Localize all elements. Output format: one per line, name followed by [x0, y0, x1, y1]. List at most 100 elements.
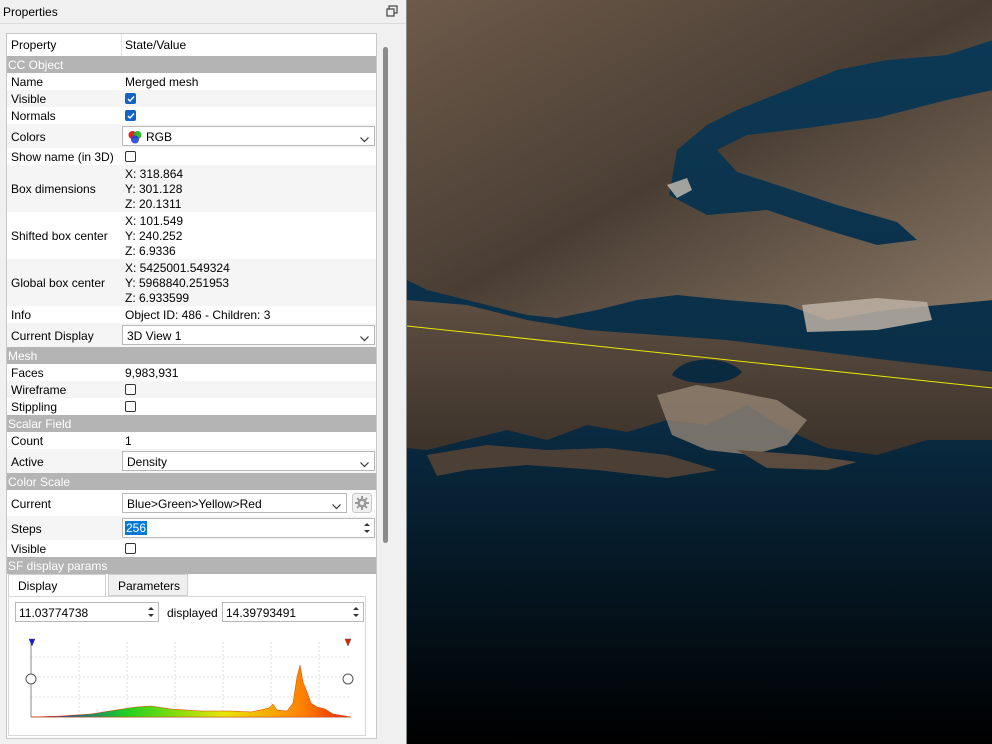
header-property: Property	[11, 38, 57, 52]
3d-view[interactable]	[406, 0, 992, 744]
max-marker-icon[interactable]	[344, 638, 352, 647]
section-color-scale: Color Scale	[7, 473, 376, 490]
shifted-center-label: Shifted box center	[11, 229, 108, 243]
name-value[interactable]: Merged mesh	[125, 75, 198, 89]
steps-spinbox[interactable]: 256	[122, 518, 375, 538]
stippling-checkbox[interactable]	[125, 401, 136, 412]
min-marker-icon[interactable]	[28, 638, 36, 647]
box-dimensions-value: X: 318.864 Y: 301.128 Z: 20.1311	[125, 167, 183, 212]
min-range-spinbox[interactable]: 11.03774738	[15, 602, 159, 622]
wireframe-label: Wireframe	[11, 383, 67, 397]
row-show-name: Show name (in 3D)	[7, 148, 376, 165]
box-dim-x: X: 318.864	[125, 167, 184, 181]
scale-visible-label: Visible	[11, 542, 47, 556]
section-label: Color Scale	[8, 475, 71, 489]
table-header: Property State/Value	[7, 34, 376, 57]
row-visible: Visible	[7, 90, 376, 107]
row-box-dimensions: Box dimensions X: 318.864 Y: 301.128 Z: …	[7, 165, 376, 212]
global-z: Z: 6.933599	[125, 291, 190, 305]
max-slider-handle[interactable]	[342, 673, 354, 685]
row-wireframe: Wireframe	[7, 381, 376, 398]
spinbox-arrows-icon[interactable]	[350, 604, 362, 620]
current-display-value: 3D View 1	[127, 329, 182, 343]
section-label: Scalar Field	[8, 417, 72, 431]
colors-label: Colors	[11, 130, 46, 144]
colors-value: RGB	[146, 130, 173, 144]
min-range-value: 11.03774738	[19, 606, 89, 620]
global-center-label: Global box center	[11, 276, 106, 290]
displayed-range-spinbox[interactable]: 14.39793491	[222, 602, 364, 622]
colors-dropdown[interactable]: RGB	[122, 126, 375, 146]
box-dim-z: Z: 20.1311	[125, 197, 182, 211]
active-label: Active	[11, 455, 44, 469]
color-scale-dropdown[interactable]: Blue>Green>Yellow>Red	[122, 493, 347, 513]
active-sf-dropdown[interactable]: Density	[122, 451, 375, 471]
spinbox-arrows-icon[interactable]	[361, 520, 373, 536]
row-active: Active Density	[7, 449, 376, 473]
global-y: Y: 5968840.251953	[125, 276, 230, 290]
wireframe-checkbox[interactable]	[125, 384, 136, 395]
section-mesh: Mesh	[7, 347, 376, 364]
show-name-label: Show name (in 3D)	[11, 150, 114, 164]
current-display-dropdown[interactable]: 3D View 1	[122, 325, 375, 345]
sf-histogram[interactable]	[21, 637, 357, 725]
tab-display-ranges[interactable]: Display ranges	[8, 574, 106, 607]
row-current-display: Current Display 3D View 1	[7, 323, 376, 347]
steps-label: Steps	[11, 522, 42, 536]
row-name: Name Merged mesh	[7, 73, 376, 90]
displayed-range-value: 14.39793491	[226, 606, 297, 620]
row-scale-visible: Visible	[7, 540, 376, 557]
row-info: Info Object ID: 486 - Children: 3	[7, 306, 376, 323]
count-value: 1	[125, 434, 132, 448]
float-window-icon[interactable]	[386, 5, 398, 17]
mesh-render	[407, 0, 992, 744]
row-shifted-box-center: Shifted box center X: 101.549 Y: 240.252…	[7, 212, 376, 259]
tab-parameters[interactable]: Parameters	[108, 574, 188, 596]
info-value: Object ID: 486 - Children: 3	[125, 308, 271, 322]
displayed-label: displayed	[167, 606, 218, 620]
header-value: State/Value	[125, 38, 187, 52]
properties-scrollbar[interactable]	[379, 33, 393, 739]
faces-label: Faces	[11, 366, 44, 380]
row-stippling: Stippling	[7, 398, 376, 415]
row-global-box-center: Global box center X: 5425001.549324 Y: 5…	[7, 259, 376, 306]
row-steps: Steps 256	[7, 516, 376, 540]
global-x: X: 5425001.549324	[125, 261, 230, 275]
chevron-down-icon	[332, 499, 341, 513]
color-scale-value: Blue>Green>Yellow>Red	[127, 497, 262, 511]
active-sf-value: Density	[127, 455, 168, 469]
properties-panel: Properties Property State/Value CC Objec…	[0, 0, 406, 744]
shifted-center-value: X: 101.549 Y: 240.252 Z: 6.9336	[125, 214, 183, 259]
row-count: Count 1	[7, 432, 376, 449]
section-cc-object: CC Object	[7, 56, 376, 73]
section-label: CC Object	[8, 58, 64, 72]
shifted-z: Z: 6.9336	[125, 244, 176, 258]
scale-visible-checkbox[interactable]	[125, 543, 136, 554]
chevron-down-icon	[360, 457, 369, 471]
box-dim-y: Y: 301.128	[125, 182, 183, 196]
scrollbar-thumb[interactable]	[383, 47, 388, 543]
gear-icon[interactable]	[352, 493, 372, 513]
section-label: SF display params	[8, 559, 108, 573]
normals-checkbox[interactable]	[125, 110, 136, 121]
stippling-label: Stippling	[11, 400, 58, 414]
row-faces: Faces 9,983,931	[7, 364, 376, 381]
row-current-scale: Current Blue>Green>Yellow>Red	[7, 490, 376, 516]
min-slider-handle[interactable]	[25, 673, 37, 685]
visible-checkbox[interactable]	[125, 93, 136, 104]
visible-label: Visible	[11, 92, 47, 106]
current-scale-label: Current	[11, 497, 52, 511]
chevron-down-icon	[360, 132, 369, 146]
spinbox-arrows-icon[interactable]	[145, 604, 157, 620]
section-sf-display: SF display params	[7, 557, 376, 574]
panel-title-bar: Properties	[0, 0, 406, 24]
row-colors: Colors RGB	[7, 124, 376, 148]
shifted-y: Y: 240.252	[125, 229, 183, 243]
faces-value: 9,983,931	[125, 366, 179, 380]
row-normals: Normals	[7, 107, 376, 124]
box-dimensions-label: Box dimensions	[11, 182, 96, 196]
panel-title: Properties	[3, 5, 58, 19]
count-label: Count	[11, 434, 44, 448]
tab-label: Parameters	[118, 579, 181, 593]
show-name-checkbox[interactable]	[125, 151, 136, 162]
